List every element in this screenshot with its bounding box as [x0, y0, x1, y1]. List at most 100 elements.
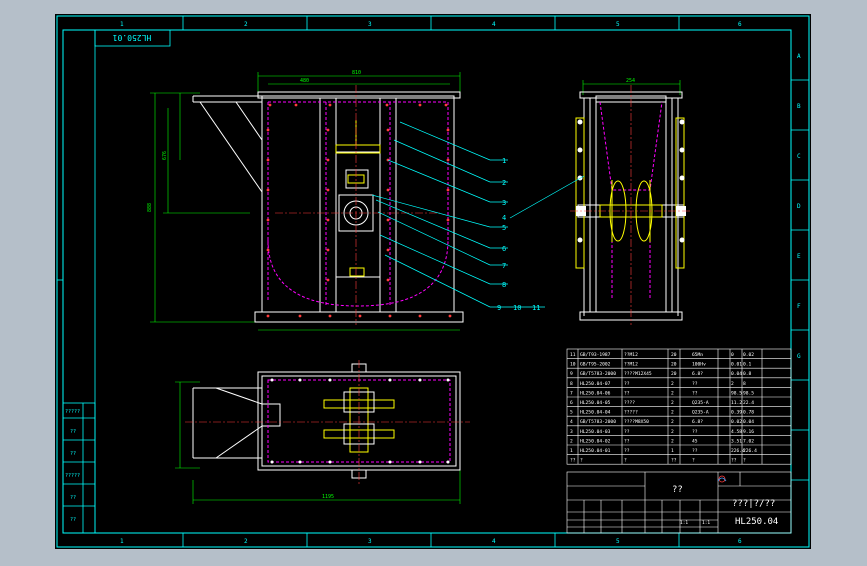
zone-bottom-1: 1 — [120, 538, 124, 545]
bom-cell-w1: 3.51 — [731, 438, 742, 444]
bom-cell-qty: 2 — [671, 438, 674, 444]
bom-header-no: ?? — [570, 458, 576, 464]
bom-header-qty: ?? — [671, 458, 677, 464]
zone-top-1: 1 — [120, 21, 124, 28]
bom-cell-name: ???? — [624, 400, 635, 406]
bom-cell-mat: ?? — [692, 448, 698, 454]
bom-cell-w1: 11.2 — [731, 400, 742, 406]
bom-cell-code: HL250.04-03 — [580, 429, 611, 435]
bom-cell-code: HL250.04-04 — [580, 410, 611, 416]
bom-header-w2: ? — [743, 458, 746, 464]
bom-cell-name: ????? — [624, 410, 638, 416]
bom-cell-w1: 4.58 — [731, 429, 742, 435]
stamp-label-4: ????? — [65, 473, 80, 479]
balloon-8: 8 — [502, 281, 506, 289]
bom-cell-qty: 2 — [671, 390, 674, 396]
sheet-background — [55, 14, 811, 549]
bom-cell-w2: 0.02 — [743, 352, 754, 358]
zone-bottom-3: 3 — [368, 538, 372, 545]
zone-top-4: 4 — [492, 21, 496, 28]
bom-cell-qty: 2 — [671, 410, 674, 416]
bom-cell-no: 9 — [570, 371, 573, 377]
bom-cell-code: GB/T95-2002 — [580, 362, 611, 368]
bom-cell-mat: ?? — [692, 429, 698, 435]
title-block-sheet: 1:1 — [702, 520, 710, 526]
bom-cell-code: GB/T93-1987 — [580, 352, 611, 358]
bom-header-mat: ? — [692, 458, 695, 464]
bom-cell-w2: 7.02 — [743, 438, 754, 444]
bom-cell-name: ??M12 — [624, 362, 638, 368]
zone-right-g: G — [797, 353, 801, 360]
bom-cell-w2: 9.16 — [743, 429, 754, 435]
bom-header-code: ? — [580, 458, 583, 464]
cad-viewport[interactable]: 1 2 3 4 5 6 1 2 3 4 5 6 A B C D E F G HL… — [0, 0, 867, 562]
bom-cell-mat: 100Hv — [692, 362, 706, 368]
title-block-company: ???|?/?? — [732, 499, 775, 509]
zone-right-c: C — [797, 153, 801, 160]
bom-cell-qty: 2 — [671, 419, 674, 425]
bom-cell-mat: 65Mn — [692, 352, 703, 358]
bom-cell-no: 11 — [570, 352, 576, 358]
bom-cell-name: ?? — [624, 438, 630, 444]
bom-cell-qty: 2 — [671, 429, 674, 435]
bom-cell-no: 4 — [570, 419, 573, 425]
bom-cell-w1: 0.02 — [731, 419, 742, 425]
dim-plan-width: 1195 — [322, 494, 334, 500]
balloon-7: 7 — [502, 262, 506, 270]
zone-top-5: 5 — [616, 21, 620, 28]
dim-height-left: 888 — [147, 203, 153, 212]
stamp-label-5: ?? — [70, 495, 76, 501]
bom-cell-mat: Q235-A — [692, 400, 709, 406]
bom-cell-code: GB/T5783-2000 — [580, 371, 616, 377]
drawing-canvas[interactable]: 1 2 3 4 5 6 1 2 3 4 5 6 A B C D E F G HL… — [0, 0, 867, 562]
dim-height-left2: 676 — [162, 151, 168, 160]
bom-cell-name: ?? — [624, 448, 630, 454]
bom-header-w1: ?? — [731, 458, 737, 464]
bom-cell-w1: 98.5 — [731, 390, 742, 396]
bom-cell-no: 3 — [570, 429, 573, 435]
bom-cell-mat: 6.8? — [692, 419, 703, 425]
bom-cell-code: HL250.04-05 — [580, 400, 611, 406]
bom-cell-qty: 1 — [671, 448, 674, 454]
bom-cell-no: 10 — [570, 362, 576, 368]
balloon-2: 2 — [502, 179, 506, 187]
title-block-drawing-number: HL250.04 — [735, 517, 778, 527]
bom-cell-w2: 22.4 — [743, 400, 754, 406]
bom-header-name: ? — [624, 458, 627, 464]
bom-cell-code: HL250.04-02 — [580, 438, 611, 444]
bom-cell-code: HL250.04-07 — [580, 381, 611, 387]
dim-width-top2: 480 — [300, 78, 309, 84]
stamp-label-2: ?? — [70, 429, 76, 435]
bom-cell-name: ????M8X50 — [624, 419, 649, 425]
bom-cell-w1: 0 — [731, 352, 734, 358]
bom-cell-w1: 0.39 — [731, 410, 742, 416]
balloon-9: 9 — [497, 304, 501, 312]
zone-bottom-6: 6 — [738, 538, 742, 545]
balloon-10: 10 — [513, 304, 521, 312]
balloon-6: 6 — [502, 245, 506, 253]
title-block-name: ?? — [672, 485, 683, 495]
bom-cell-w2: 0.8 — [743, 371, 752, 377]
zone-bottom-5: 5 — [616, 538, 620, 545]
stamp-label-3: ?? — [70, 451, 76, 457]
balloon-4: 4 — [502, 214, 506, 222]
bom-cell-no: 2 — [570, 438, 573, 444]
bom-cell-w2: 98.5 — [743, 390, 754, 396]
bom-cell-w2: 226.4 — [743, 448, 757, 454]
bom-cell-qty: 2 — [671, 381, 674, 387]
zone-bottom-2: 2 — [244, 538, 248, 545]
bom-cell-w1: 0.01 — [731, 362, 742, 368]
zone-top-6: 6 — [738, 21, 742, 28]
bom-cell-qty: 2 — [671, 400, 674, 406]
bom-cell-code: HL250.04-06 — [580, 390, 611, 396]
bom-cell-w2: 0.78 — [743, 410, 754, 416]
bom-cell-name: ????M12X45 — [624, 371, 652, 377]
bom-cell-w2: 0.1 — [743, 362, 752, 368]
bom-cell-no: 6 — [570, 400, 573, 406]
bom-cell-w2: 0.04 — [743, 419, 754, 425]
bom-cell-code: HL250.04-01 — [580, 448, 611, 454]
zone-bottom-4: 4 — [492, 538, 496, 545]
bom-cell-qty: 20 — [671, 362, 677, 368]
mirrored-title-text: HL250.01 — [113, 33, 152, 42]
bom-cell-w1: 2 — [731, 381, 734, 387]
